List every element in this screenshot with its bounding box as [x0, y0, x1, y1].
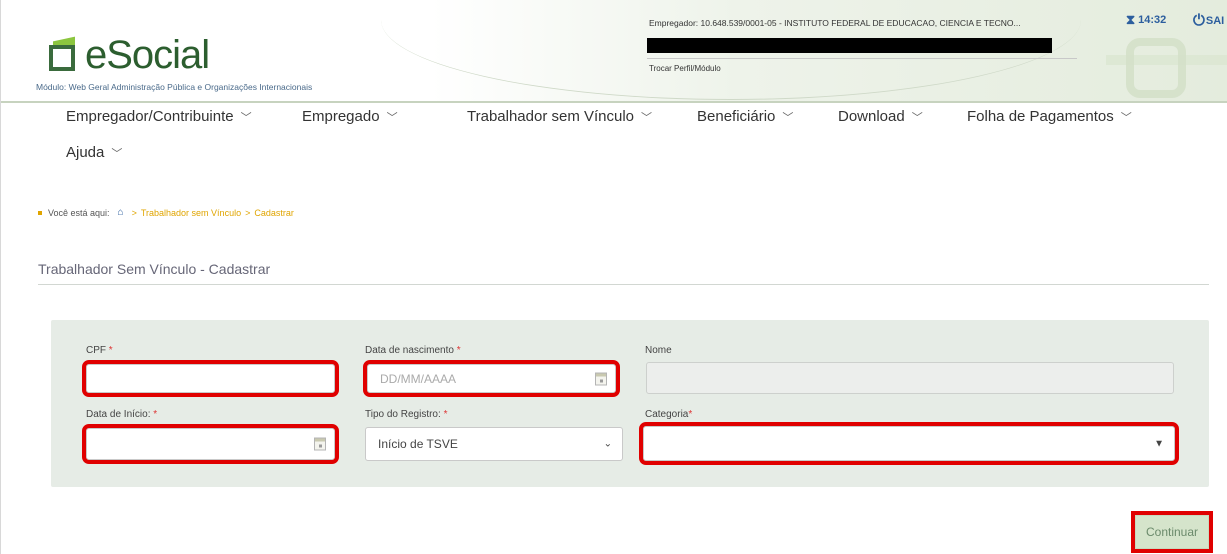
session-time: 14:32: [1138, 14, 1167, 26]
nascimento-label: Data de nascimento *: [365, 345, 461, 356]
breadcrumb: Você está aqui: ⌂ > Trabalhador sem Vínc…: [38, 207, 294, 218]
session-timer: ⧗ 14:32: [1126, 12, 1166, 28]
page-title: Trabalhador Sem Vínculo - Cadastrar: [38, 261, 271, 277]
chevron-down-icon: ﹀: [911, 111, 923, 124]
nav-ajuda[interactable]: Ajuda ﹀: [66, 144, 122, 161]
employer-info: Empregador: 10.648.539/0001-05 - INSTITU…: [637, 8, 1097, 82]
switch-profile-link[interactable]: Trocar Perfil/Módulo: [649, 64, 721, 73]
home-icon[interactable]: ⌂: [118, 207, 124, 218]
nav-download[interactable]: Download ﹀: [838, 108, 923, 125]
nav-beneficiario[interactable]: Beneficiário ﹀: [697, 108, 793, 125]
divider: [38, 284, 1209, 285]
power-icon: ⏻: [1193, 12, 1205, 29]
employer-text: Empregador: 10.648.539/0001-05 - INSTITU…: [649, 18, 1021, 28]
caret-down-icon: ▼: [1154, 438, 1164, 449]
logout-button[interactable]: ⏻ SAI: [1193, 12, 1224, 29]
chevron-down-icon: ﹀: [386, 111, 398, 124]
header: eSocial Módulo: Web Geral Administração …: [1, 0, 1227, 103]
hourglass-icon: ⧗: [1126, 12, 1136, 27]
breadcrumb-cadastrar: Cadastrar: [254, 207, 294, 218]
chevron-down-icon: ﹀: [782, 111, 794, 124]
nome-label: Nome: [645, 345, 672, 356]
continuar-button[interactable]: Continuar: [1131, 511, 1213, 553]
module-label: Módulo: Web Geral Administração Pública …: [36, 82, 313, 92]
page: eSocial Módulo: Web Geral Administração …: [0, 0, 1227, 554]
calendar-icon[interactable]: [595, 372, 607, 385]
inicio-label: Data de Início: *: [86, 409, 158, 420]
chevron-down-icon: ﹀: [111, 147, 123, 160]
redacted-bar: [647, 38, 1052, 53]
chevron-down-icon: ﹀: [240, 111, 252, 124]
calendar-icon[interactable]: [314, 437, 326, 451]
nav-folha-de-pagamentos[interactable]: Folha de Pagamentos ﹀: [967, 108, 1132, 125]
esocial-logo-icon: [47, 36, 81, 73]
start-date-field[interactable]: [82, 424, 339, 464]
categoria-label: Categoria*: [645, 409, 693, 420]
nome-field: [646, 362, 1174, 394]
form-panel: CPF * Data de nascimento * Nome DD/MM/AA…: [51, 320, 1209, 487]
cpf-label: CPF *: [86, 345, 113, 356]
esocial-logo[interactable]: eSocial: [47, 30, 210, 80]
nav-trabalhador-sem-vinculo[interactable]: Trabalhador sem Vínculo ﹀: [467, 108, 652, 125]
chevron-down-icon: ﹀: [1120, 111, 1132, 124]
logo-text: eSocial: [85, 32, 210, 77]
chevron-down-icon: ﹀: [641, 111, 653, 124]
breadcrumb-trabalhador-sem-vinculo[interactable]: Trabalhador sem Vínculo: [141, 208, 241, 218]
chevron-down-icon: ⌄: [603, 438, 612, 450]
categoria-select[interactable]: ▼: [639, 422, 1179, 465]
logout-label: SAI: [1205, 14, 1225, 27]
nav-empregador-contribuinte[interactable]: Empregador/Contribuinte ﹀: [66, 108, 252, 125]
birth-date-field[interactable]: DD/MM/AAAA: [363, 360, 620, 397]
breadcrumb-prefix: Você está aqui:: [48, 207, 110, 218]
main-nav: Empregador/Contribuinte ﹀ Empregado ﹀ Trab…: [1, 103, 1227, 183]
nav-empregado[interactable]: Empregado ﹀: [302, 108, 398, 125]
tipo-label: Tipo do Registro: *: [365, 409, 448, 420]
cpf-field[interactable]: [82, 360, 339, 397]
tipo-registro-select[interactable]: Início de TSVE ⌄: [365, 427, 623, 461]
